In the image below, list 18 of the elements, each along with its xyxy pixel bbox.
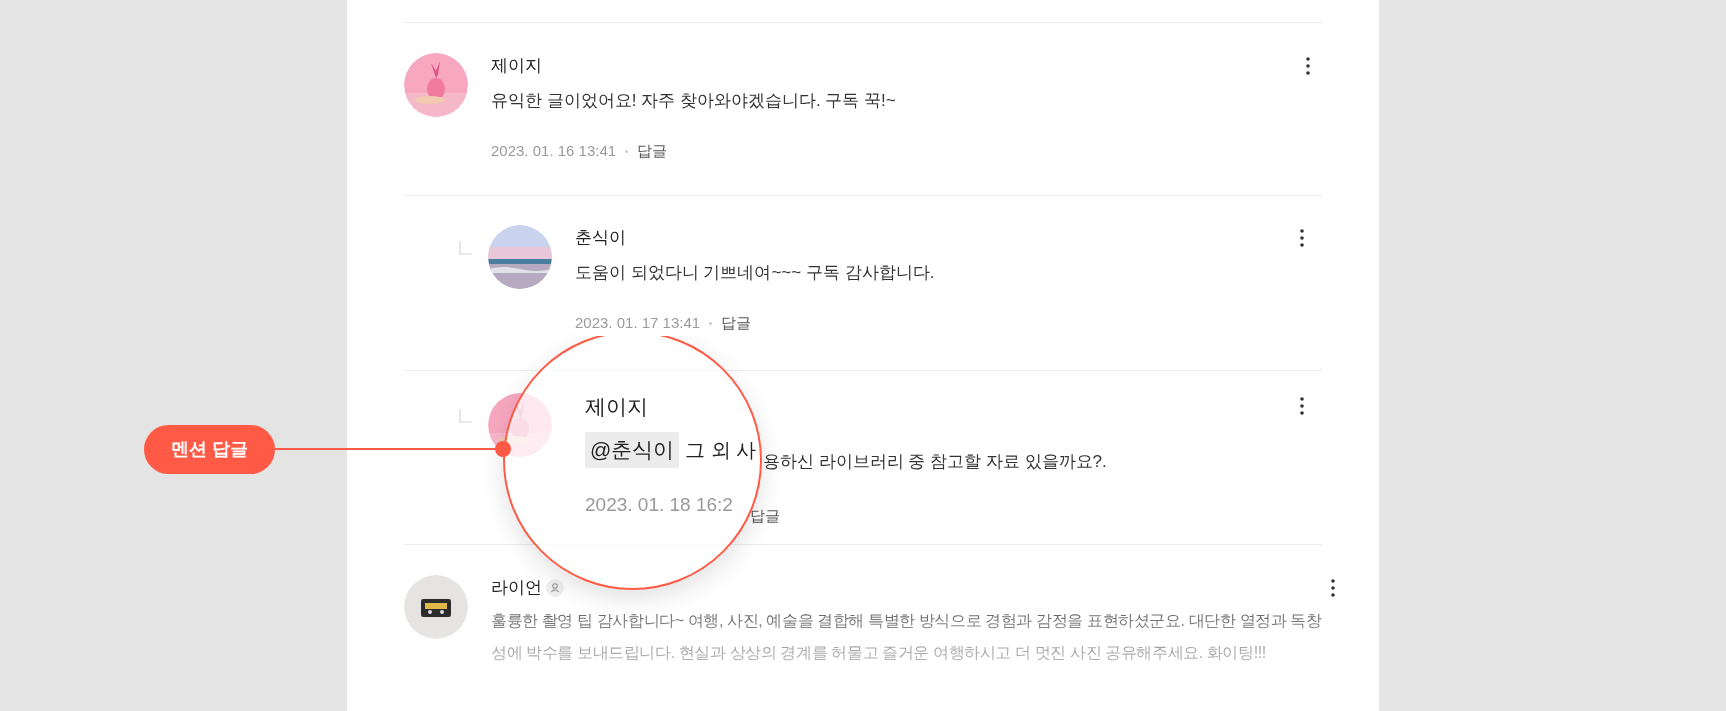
reply-indent-icon: [459, 409, 472, 423]
more-options-icon[interactable]: [1306, 57, 1310, 75]
comment-text: 도움이 되었다니 기쁘네여~~~ 구독 감사합니다.: [575, 262, 936, 284]
callout-label: 멘션 답글: [144, 425, 275, 474]
mention-tag[interactable]: @춘식이: [585, 432, 680, 468]
more-options-icon[interactable]: [1300, 229, 1304, 247]
reply-indent-icon: [459, 241, 472, 255]
author-name: 제이지: [585, 394, 648, 420]
comment-text: 용하신 라이브러리 중 참고할 자료 있을까요?.: [763, 451, 1107, 473]
author-name: 춘식이: [575, 227, 627, 249]
author-name: 제이지: [491, 55, 542, 77]
comment-text: 그 외 사: [685, 438, 757, 463]
comment-text: 유익한 글이었어요! 자주 찾아와야겠습니다. 구독 꾹!~: [491, 90, 897, 112]
comment-date: 2023. 01. 18 16:2: [585, 493, 733, 517]
author-name: 라이언: [491, 577, 542, 599]
more-options-icon[interactable]: [1331, 579, 1335, 597]
reply-link[interactable]: 답글: [750, 507, 780, 524]
more-options-icon[interactable]: [1300, 397, 1304, 415]
